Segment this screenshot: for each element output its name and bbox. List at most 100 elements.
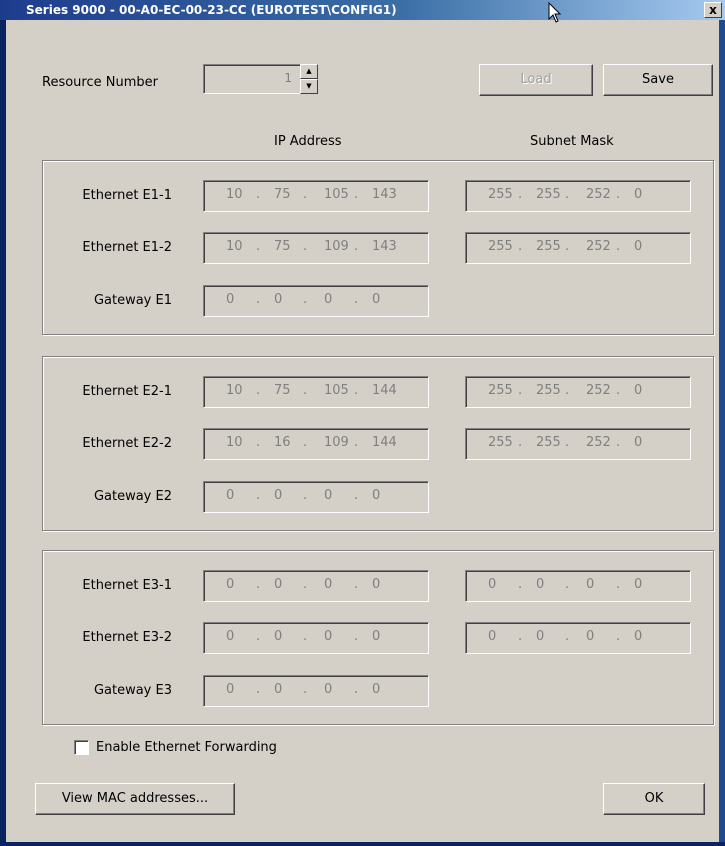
octet-separator: . (565, 239, 570, 254)
view-mac-addresses-button[interactable]: View MAC addresses... (35, 783, 235, 815)
ethernet-e3-2-ip-field-octet-2: 0 (274, 629, 283, 644)
ethernet-e1-1-ip-field[interactable]: 10 75 105 143... (203, 180, 429, 212)
ethernet-e2-2-subnet-field-octet-2: 255 (536, 435, 561, 450)
window-frame-left (0, 20, 6, 846)
ethernet-e1-2-subnet-field-octet-1: 255 (488, 239, 513, 254)
octet-separator: . (303, 239, 308, 254)
ethernet-e2-2-subnet-field-octet-3: 252 (586, 435, 611, 450)
ip-address-header: IP Address (274, 134, 342, 149)
ethernet-e3-1-ip-field[interactable]: 0 0 0 0... (203, 570, 429, 602)
window-title: Series 9000 - 00-A0-EC-00-23-CC (EUROTES… (26, 3, 397, 17)
octet-separator: . (565, 577, 570, 592)
ethernet-e3-2-ip-field-octet-3: 0 (324, 629, 333, 644)
ethernet-e3-1-subnet-field-octet-3: 0 (586, 577, 595, 592)
ethernet-e1-1-ip-field-octet-3: 105 (324, 187, 349, 202)
ethernet-e1-1-subnet-field[interactable]: 255 255 252 0... (465, 180, 691, 212)
gateway-e3-ip-field[interactable]: 0 0 0 0... (203, 675, 429, 707)
octet-separator: . (256, 187, 261, 202)
ethernet-e2-1-ip-field[interactable]: 10 75 105 144... (203, 376, 429, 408)
resource-number-input[interactable]: 1 (203, 64, 301, 94)
octet-separator: . (354, 577, 359, 592)
ethernet-e1-1-ip-field-octet-2: 75 (274, 187, 291, 202)
gateway-e2-ip-field-octet-3: 0 (324, 488, 333, 503)
ethernet-e3-2-label: Ethernet E3-2 (82, 630, 172, 645)
gateway-e3-ip-field-octet-3: 0 (324, 682, 333, 697)
ethernet-e2-1-label: Ethernet E2-1 (82, 384, 172, 399)
enable-forwarding-label: Enable Ethernet Forwarding (96, 740, 277, 755)
ethernet-e3-2-subnet-field-octet-4: 0 (634, 629, 643, 644)
ethernet-e1-2-label: Ethernet E1-2 (82, 240, 172, 255)
ethernet-e1-2-ip-field[interactable]: 10 75 109 143... (203, 232, 429, 264)
octet-separator: . (256, 488, 261, 503)
mouse-cursor-icon (548, 2, 562, 23)
octet-separator: . (303, 488, 308, 503)
octet-separator: . (354, 383, 359, 398)
ethernet-e3-1-subnet-field[interactable]: 0 0 0 0... (465, 570, 691, 602)
ethernet-e3-2-ip-field[interactable]: 0 0 0 0... (203, 622, 429, 654)
octet-separator: . (565, 383, 570, 398)
ethernet-e1-2-ip-field-octet-4: 143 (372, 239, 397, 254)
spin-down-icon[interactable]: ▼ (300, 79, 318, 94)
ethernet-e3-1-subnet-field-octet-1: 0 (488, 577, 497, 592)
ethernet-e3-2-subnet-field[interactable]: 0 0 0 0... (465, 622, 691, 654)
ethernet-e1-2-subnet-field-octet-2: 255 (536, 239, 561, 254)
save-button[interactable]: Save (603, 64, 713, 96)
gateway-e1-ip-field-octet-4: 0 (372, 292, 381, 307)
ethernet-e1-2-subnet-field[interactable]: 255 255 252 0... (465, 232, 691, 264)
ethernet-e1-2-subnet-field-octet-4: 0 (634, 239, 643, 254)
ethernet-e2-2-ip-field-octet-3: 109 (324, 435, 349, 450)
octet-separator: . (256, 577, 261, 592)
gateway-e2-ip-field-octet-2: 0 (274, 488, 283, 503)
ethernet-e3-2-subnet-field-octet-1: 0 (488, 629, 497, 644)
gateway-e3-ip-field-octet-4: 0 (372, 682, 381, 697)
octet-separator: . (354, 239, 359, 254)
ethernet-e3-1-ip-field-octet-1: 0 (226, 577, 235, 592)
ok-button[interactable]: OK (603, 783, 705, 815)
octet-separator: . (303, 682, 308, 697)
window-frame-right (719, 20, 725, 846)
ethernet-e2-2-ip-field-octet-4: 144 (372, 435, 397, 450)
ethernet-e1-1-subnet-field-octet-3: 252 (586, 187, 611, 202)
resource-number-spinner[interactable]: ▲ ▼ (300, 64, 318, 94)
octet-separator: . (518, 239, 523, 254)
ethernet-e2-1-ip-field-octet-4: 144 (372, 383, 397, 398)
close-button[interactable]: x (704, 2, 722, 18)
octet-separator: . (303, 187, 308, 202)
octet-separator: . (518, 187, 523, 202)
octet-separator: . (256, 383, 261, 398)
octet-separator: . (303, 292, 308, 307)
spin-up-icon[interactable]: ▲ (300, 64, 318, 79)
octet-separator: . (256, 239, 261, 254)
ethernet-e2-2-ip-field[interactable]: 10 16 109 144... (203, 428, 429, 460)
octet-separator: . (616, 435, 621, 450)
ethernet-e3-2-ip-field-octet-1: 0 (226, 629, 235, 644)
ethernet-e2-1-subnet-field[interactable]: 255 255 252 0... (465, 376, 691, 408)
ethernet-e1-2-ip-field-octet-3: 109 (324, 239, 349, 254)
octet-separator: . (616, 577, 621, 592)
octet-separator: . (616, 383, 621, 398)
gateway-e1-ip-field[interactable]: 0 0 0 0... (203, 285, 429, 317)
enable-forwarding-checkbox[interactable] (74, 740, 89, 755)
ethernet-e2-1-subnet-field-octet-3: 252 (586, 383, 611, 398)
gateway-e3-label: Gateway E3 (93, 683, 172, 698)
resource-number-label: Resource Number (42, 75, 158, 90)
ethernet-e2-2-subnet-field[interactable]: 255 255 252 0... (465, 428, 691, 460)
gateway-e2-ip-field[interactable]: 0 0 0 0... (203, 481, 429, 513)
ethernet-e3-2-ip-field-octet-4: 0 (372, 629, 381, 644)
octet-separator: . (303, 629, 308, 644)
octet-separator: . (616, 187, 621, 202)
octet-separator: . (256, 435, 261, 450)
octet-separator: . (354, 682, 359, 697)
octet-separator: . (256, 629, 261, 644)
octet-separator: . (303, 435, 308, 450)
octet-separator: . (354, 435, 359, 450)
ethernet-e2-1-subnet-field-octet-2: 255 (536, 383, 561, 398)
gateway-e1-ip-field-octet-1: 0 (226, 292, 235, 307)
ethernet-e3-2-subnet-field-octet-2: 0 (536, 629, 545, 644)
ethernet-e2-2-subnet-field-octet-1: 255 (488, 435, 513, 450)
title-bar[interactable]: Series 9000 - 00-A0-EC-00-23-CC (EUROTES… (0, 0, 725, 20)
ethernet-e3-1-label: Ethernet E3-1 (82, 578, 172, 593)
ethernet-e1-1-ip-field-octet-1: 10 (226, 187, 243, 202)
load-button[interactable]: Load (479, 64, 593, 96)
octet-separator: . (518, 629, 523, 644)
